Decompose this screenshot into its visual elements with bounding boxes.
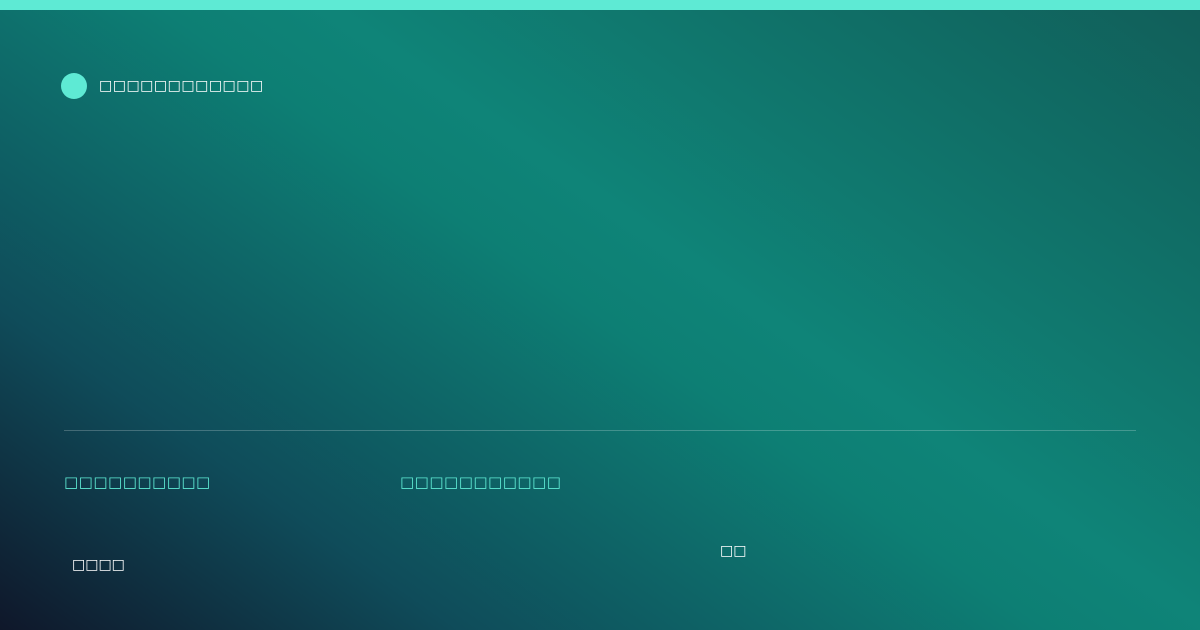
accent-top-bar	[0, 0, 1200, 10]
meta-left-label: □□□□□□□□□□	[64, 473, 211, 491]
footer-left-label: □□□□	[72, 557, 125, 573]
brand-logo-icon	[61, 73, 87, 99]
meta-mid-label: □□□□□□□□□□□	[400, 473, 562, 491]
footer-right-label: □□	[720, 543, 747, 559]
divider-line	[64, 430, 1136, 431]
brand-name: □□□□□□□□□□□□	[99, 78, 264, 94]
brand-header: □□□□□□□□□□□□	[61, 73, 264, 99]
